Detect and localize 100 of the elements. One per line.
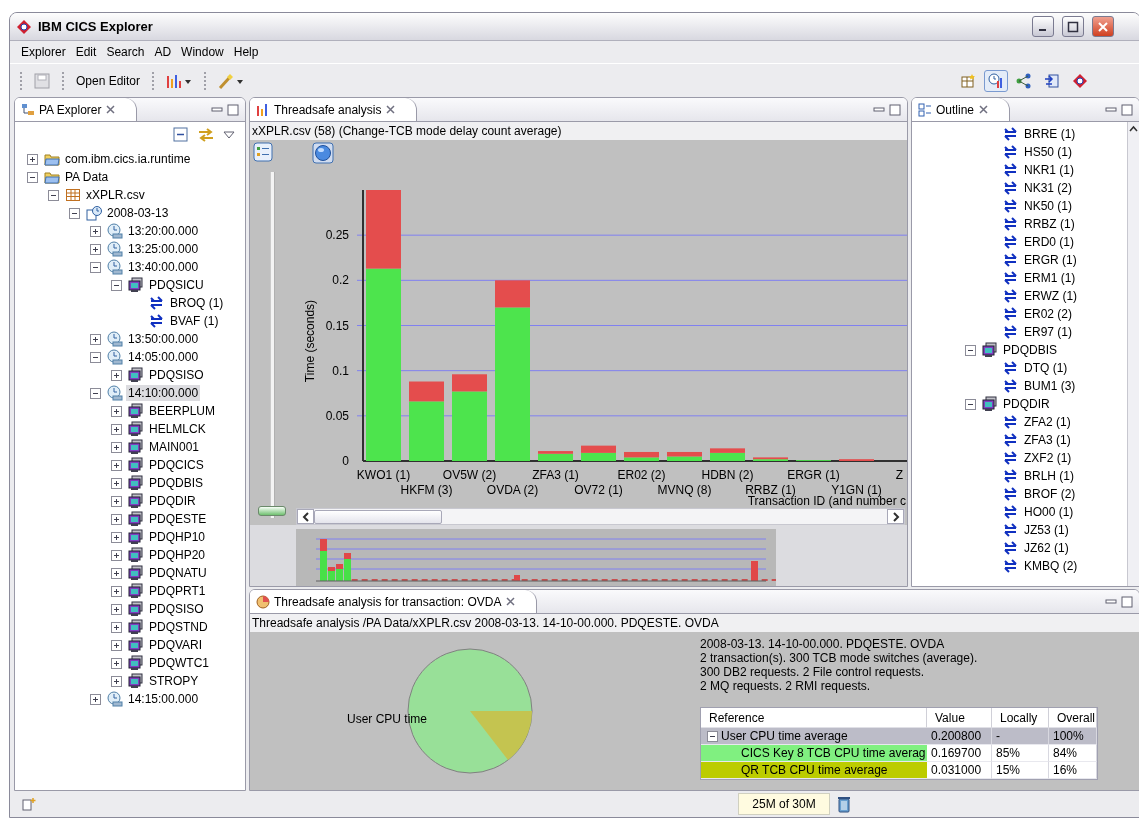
category-label: ZFA3 (1) <box>532 468 579 482</box>
memory-indicator: 25M of 30M <box>738 793 830 815</box>
tree-item[interactable]: 13:40:00.000 <box>126 259 201 275</box>
tree-item[interactable]: DTQ (1) <box>1022 360 1070 376</box>
category-label: KWO1 (1) <box>356 468 411 482</box>
summary-line: 2008-03-13. 14-10-00.000. PDQESTE. OVDA <box>700 637 946 651</box>
summary-line: 300 DB2 requests. 2 File control requests. <box>700 665 926 679</box>
tree-item[interactable]: 14:15:00.000 <box>126 691 201 707</box>
tree-item[interactable]: MAIN001 <box>147 439 202 455</box>
tree-item[interactable]: ZFA3 (1) <box>1022 432 1073 448</box>
summary-line: 2 transaction(s). 300 TCB mode switches (average). <box>700 651 979 665</box>
axis-tick-label: 0.2 <box>332 273 349 288</box>
axis-title: Time (seconds) <box>303 299 317 383</box>
tree-item[interactable]: PDQDIR <box>1001 396 1052 412</box>
view-tab[interactable]: Threadsafe analysis for transaction: OVDA <box>250 590 538 613</box>
tree-item[interactable]: NK50 (1) <box>1022 198 1075 214</box>
tree-item[interactable]: PDQPRT1 <box>147 583 208 599</box>
category-label: OVDA (2) <box>486 483 539 497</box>
tree-item[interactable]: 2008-03-13 <box>105 205 171 221</box>
tree-item[interactable]: JZ62 (1) <box>1022 540 1071 556</box>
tree-item[interactable]: PDQESTE <box>147 511 209 527</box>
menu-item[interactable]: Window <box>176 43 229 61</box>
table-cell: 16% <box>1049 762 1097 779</box>
tree-item[interactable]: 13:50:00.000 <box>126 331 201 347</box>
tree-item[interactable]: JZ53 (1) <box>1022 522 1071 538</box>
table-cell: 15% <box>992 762 1049 779</box>
tree-item[interactable]: ER97 (1) <box>1022 324 1075 340</box>
tree-item[interactable]: PDQNATU <box>147 565 209 581</box>
tree-item[interactable]: PDQSICU <box>147 277 206 293</box>
open-editor-button[interactable]: Open Editor <box>72 70 145 91</box>
tree-item[interactable]: BROQ (1) <box>168 295 226 311</box>
category-label: Z <box>895 468 904 482</box>
tree-item[interactable]: NKR1 (1) <box>1022 162 1076 178</box>
axis-tick-label: 0.1 <box>332 363 349 378</box>
tree-item[interactable]: PDQDBIS <box>147 475 205 491</box>
tree-item[interactable]: PDQVARI <box>147 637 205 653</box>
category-label: MVNQ (8) <box>657 483 712 497</box>
tree-item[interactable]: RRBZ (1) <box>1022 216 1077 232</box>
table-cell: 84% <box>1049 745 1097 762</box>
tree-item[interactable]: PDQSTND <box>147 619 210 635</box>
tree-item[interactable]: 14:10:00.000 <box>126 385 201 401</box>
tree-item[interactable]: 13:25:00.000 <box>126 241 201 257</box>
tree-item[interactable]: PDQSISO <box>147 367 206 383</box>
pie-label: User CPU time <box>347 712 427 726</box>
tree-item[interactable]: PDQCICS <box>147 457 206 473</box>
tree-item[interactable]: NK31 (2) <box>1022 180 1075 196</box>
table-cell: 85% <box>992 745 1049 762</box>
tree-item[interactable]: PDQHP10 <box>147 529 208 545</box>
category-label: ER02 (2) <box>617 468 666 482</box>
tree-item[interactable]: xXPLR.csv <box>84 187 147 203</box>
tree-item[interactable]: HS50 (1) <box>1022 144 1075 160</box>
window-title: IBM CICS Explorer <box>38 19 154 34</box>
axis-tick-label: 0 <box>342 454 349 468</box>
tree-item[interactable]: PDQDBIS <box>1001 342 1059 358</box>
tree-item[interactable]: ER02 (2) <box>1022 306 1075 322</box>
tree-item[interactable]: STROPY <box>147 673 201 689</box>
tree-item[interactable]: 13:20:00.000 <box>126 223 201 239</box>
cell-text: CICS Key 8 TCB CPU time averag <box>741 746 926 760</box>
tree-item[interactable]: ERWZ (1) <box>1022 288 1080 304</box>
summary-line: 2 MQ requests. 2 RMI requests. <box>700 679 872 693</box>
tree-item[interactable]: BROF (2) <box>1022 486 1078 502</box>
tree-item[interactable]: BEERPLUM <box>147 403 218 419</box>
category-label: RRBZ (1) <box>745 483 796 497</box>
category-label: HKFM (3) <box>400 483 453 497</box>
category-label: ERGR (1) <box>787 468 840 482</box>
table-cell: - <box>992 728 1049 745</box>
tree-item[interactable]: ERD0 (1) <box>1022 234 1076 250</box>
axis-tick-label: 0.05 <box>325 408 349 423</box>
tree-item[interactable]: 14:05:00.000 <box>126 349 201 365</box>
tree-item[interactable]: BVAF (1) <box>168 313 221 329</box>
chart-caption: xXPLR.csv (58) (Change-TCB mode delay count average) <box>250 122 907 140</box>
category-label: Y1GN (1) <box>831 483 882 497</box>
category-label: HDBN (2) <box>701 468 754 482</box>
table-cell: 0.169700 <box>927 745 992 762</box>
table-cell: 100% <box>1049 728 1097 745</box>
menu-item[interactable]: Search <box>101 43 150 61</box>
tree-item[interactable]: PDQDIR <box>147 493 198 509</box>
menu-item[interactable]: Explorer <box>16 43 71 61</box>
menu-item[interactable]: Help <box>228 43 264 61</box>
tree-item[interactable]: PA Data <box>63 169 111 185</box>
view-tab[interactable]: PA Explorer <box>15 98 138 121</box>
tree-item[interactable]: com.ibm.cics.ia.runtime <box>63 151 193 167</box>
tree-item[interactable]: BRLH (1) <box>1022 468 1076 484</box>
view-tab[interactable]: Outline <box>912 98 1011 121</box>
menu-item[interactable]: Edit <box>70 43 102 61</box>
view-tab[interactable]: Threadsafe analysis <box>250 98 418 121</box>
tree-item[interactable]: BRRE (1) <box>1022 126 1078 142</box>
tree-item[interactable]: ERGR (1) <box>1022 252 1079 268</box>
tree-item[interactable]: PDQWTC1 <box>147 655 211 671</box>
axis-tick-label: 0.15 <box>325 318 349 333</box>
tree-item[interactable]: HELMLCK <box>147 421 208 437</box>
tree-item[interactable]: PDQHP20 <box>147 547 208 563</box>
tree-item[interactable]: ZXF2 (1) <box>1022 450 1074 466</box>
tree-item[interactable]: HO00 (1) <box>1022 504 1076 520</box>
tree-item[interactable]: ERM1 (1) <box>1022 270 1078 286</box>
tree-item[interactable]: ZFA2 (1) <box>1022 414 1073 430</box>
tree-item[interactable]: PDQSISO <box>147 601 206 617</box>
tree-item[interactable]: KMBQ (2) <box>1022 558 1080 574</box>
menu-item[interactable]: AD <box>149 43 177 61</box>
tree-item[interactable]: BUM1 (3) <box>1022 378 1078 394</box>
